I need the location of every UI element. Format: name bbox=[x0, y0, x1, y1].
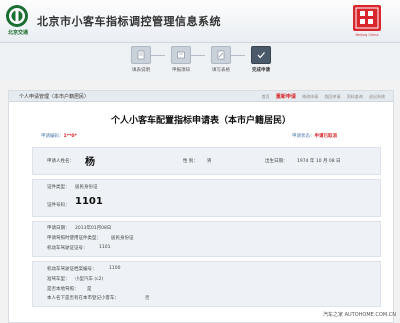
id-number-label: 证件号码： bbox=[47, 203, 70, 208]
driving-type-label: 准驾车型： bbox=[47, 277, 70, 282]
query-link[interactable]: 资料查询 bbox=[347, 94, 363, 99]
step-fill-form[interactable]: 填写表格 bbox=[201, 46, 241, 73]
step-label: 完成申请 bbox=[252, 68, 270, 73]
archive-number-value: 1100 bbox=[109, 266, 121, 271]
beijing-seal-icon bbox=[353, 5, 381, 31]
status-value: 申请已取消 bbox=[314, 134, 338, 139]
id-section: 证件类型： 居民身份证 证件号码： 1101 bbox=[32, 179, 381, 217]
logo-text: 北京交通 bbox=[7, 30, 28, 36]
application-code-value: 1**0* bbox=[63, 134, 77, 139]
registered-car-value: 否 bbox=[145, 296, 150, 301]
local-license-value: 是 bbox=[87, 287, 92, 292]
gender-label: 性 别： bbox=[183, 159, 198, 164]
step-label: 填写表格 bbox=[212, 68, 230, 73]
apply-date-value: 2013年01月08日 bbox=[75, 226, 112, 231]
logout-link[interactable]: 退出系统 bbox=[369, 94, 385, 99]
applicant-name-label: 申请人姓名： bbox=[47, 159, 74, 164]
gender-value: 男 bbox=[207, 159, 212, 164]
application-panel: 个人申请管理（本市户籍居民） 首页 重新申请 修改申请 找回申请 资料查询 退出… bbox=[8, 90, 394, 323]
step-label: 填表说明 bbox=[132, 68, 150, 73]
status-label: 申请状态： bbox=[292, 134, 315, 139]
birth-date-value: 1974 年 10 月 08 日 bbox=[297, 159, 341, 164]
driving-type-value: 小型汽车 (c2) bbox=[75, 277, 104, 282]
watermark: 汽车之家 AUTOHOME.COM.CN bbox=[323, 312, 396, 318]
step-complete[interactable]: 完成申请 bbox=[241, 46, 281, 73]
pen-form-icon bbox=[211, 46, 231, 64]
personal-info-section: 申请人姓名： 杨 性 别： 男 出生日期： 1974 年 10 月 08 日 bbox=[32, 147, 381, 175]
applicant-name-value: 杨 bbox=[85, 157, 95, 168]
id-number-value: 1101 bbox=[75, 196, 103, 207]
id-type-label: 证件类型： bbox=[47, 185, 70, 190]
document-icon bbox=[131, 46, 151, 64]
beijing-transport-logo-icon bbox=[6, 5, 28, 27]
application-status: 申请状态：申请已取消 bbox=[292, 133, 337, 139]
license-id-type-value: 居民身份证 bbox=[111, 236, 134, 241]
step-instructions[interactable]: 填表说明 bbox=[121, 46, 161, 73]
toolbar-actions: 首页 重新申请 修改申请 找回申请 资料查询 退出系统 bbox=[257, 93, 385, 100]
seal-caption: Beijing China bbox=[355, 33, 379, 37]
system-title: 北京市小客车指标调控管理信息系统 bbox=[37, 15, 221, 28]
id-type-value: 居民身份证 bbox=[75, 185, 98, 190]
checkmark-icon bbox=[251, 46, 271, 64]
application-code: 申请编码：1**0* bbox=[41, 133, 77, 139]
license-number-value: 1101 bbox=[99, 245, 111, 250]
panel-title: 个人申请管理（本市户籍居民） bbox=[19, 94, 90, 100]
apply-date-label: 申请日期： bbox=[47, 226, 70, 231]
registered-car-label: 本人名下是否有在本市登记小客车： bbox=[47, 296, 119, 301]
local-license-label: 是否本地驾照： bbox=[47, 287, 79, 292]
birth-date-label: 出生日期： bbox=[265, 159, 288, 164]
vehicle-section: 机动车驾驶证档案编号： 1100 准驾车型： 小型汽车 (c2) 是否本地驾照：… bbox=[32, 261, 381, 307]
license-section: 申请日期： 2013年01月08日 申请驾照时使用证件类型： 居民身份证 机动车… bbox=[32, 221, 381, 257]
step-label: 申报须知 bbox=[172, 68, 190, 73]
notice-icon bbox=[171, 46, 191, 64]
step-notice[interactable]: 申报须知 bbox=[161, 46, 201, 73]
panel-toolbar: 个人申请管理（本市户籍居民） 首页 重新申请 修改申请 找回申请 资料查询 退出… bbox=[9, 91, 393, 102]
license-number-label: 机动车驾驶证证号： bbox=[47, 246, 88, 251]
form-title: 个人小客车配置指标申请表（本市户籍居民） bbox=[110, 116, 291, 126]
process-steps: 填表说明 申报须知 填写表格 完成申请 bbox=[0, 43, 400, 80]
app-header: 北京交通 北京市小客车指标调控管理信息系统 Beijing China bbox=[0, 0, 400, 43]
retrieve-link[interactable]: 找回申请 bbox=[324, 94, 340, 99]
modify-link[interactable]: 修改申请 bbox=[302, 94, 318, 99]
license-id-type-label: 申请驾照时使用证件类型： bbox=[47, 236, 101, 241]
archive-number-label: 机动车驾驶证档案编号： bbox=[47, 267, 97, 272]
application-code-label: 申请编码： bbox=[41, 134, 64, 139]
home-link[interactable]: 首页 bbox=[262, 94, 270, 99]
reapply-link[interactable]: 重新申请 bbox=[276, 94, 296, 100]
